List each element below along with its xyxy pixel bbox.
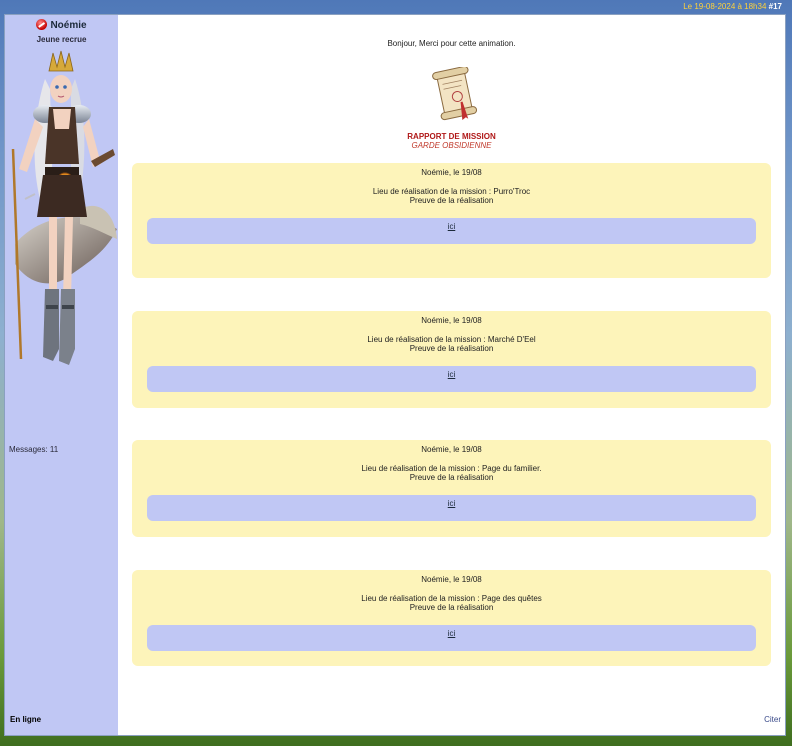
entry-date: Noémie, le 19/08 [421, 168, 482, 177]
post-content: Bonjour, Merci pour cette animation. RAP… [118, 15, 785, 735]
avatar-image [11, 50, 117, 365]
scroll-icon [432, 67, 478, 121]
post-date: Le 19-08-2024 à 18h34 [683, 2, 767, 11]
report-subtitle: GARDE OBSIDIENNE [411, 141, 492, 150]
entry-place: Lieu de réalisation de la mission : Page… [361, 464, 542, 473]
proof-link[interactable]: ici [448, 370, 456, 379]
entry-place: Lieu de réalisation de la mission : Purr… [372, 187, 531, 196]
proof-bar: ici [147, 366, 756, 392]
proof-link[interactable]: ici [448, 499, 456, 508]
entry-proof: Preuve de la réalisation [409, 344, 494, 353]
entry-place: Lieu de réalisation de la mission : Marc… [367, 335, 536, 344]
post-header: Le 19-08-2024 à 18h34 #17 [0, 0, 792, 13]
author-name[interactable]: Noémie [5, 19, 118, 31]
entry-proof: Preuve de la réalisation [409, 473, 494, 482]
entry-date: Noémie, le 19/08 [421, 445, 482, 454]
entry-proof: Preuve de la réalisation [409, 196, 494, 205]
post-frame: Noémie Jeune recrue Messages: 11 En lign… [4, 14, 786, 736]
status-icon [36, 19, 48, 30]
greeting-text: Bonjour, Merci pour cette animation. [387, 39, 516, 48]
proof-link[interactable]: ici [448, 629, 456, 638]
entry-date: Noémie, le 19/08 [421, 575, 482, 584]
author-rank: Jeune recrue [36, 35, 87, 44]
message-count: Messages: 11 [9, 445, 59, 454]
report-title: RAPPORT DE MISSION [407, 132, 496, 141]
mission-entry: Noémie, le 19/08 Lieu de réalisation de … [132, 570, 771, 666]
entry-proof: Preuve de la réalisation [409, 603, 494, 612]
online-status: En ligne [10, 715, 42, 724]
mission-entry: Noémie, le 19/08 Lieu de réalisation de … [132, 440, 771, 537]
entry-date: Noémie, le 19/08 [421, 316, 482, 325]
proof-link[interactable]: ici [448, 222, 456, 231]
entry-place: Lieu de réalisation de la mission : Page… [361, 594, 542, 603]
proof-bar: ici [147, 495, 756, 521]
proof-bar: ici [147, 625, 756, 651]
mission-entry: Noémie, le 19/08 Lieu de réalisation de … [132, 311, 771, 408]
mission-entry: Noémie, le 19/08 Lieu de réalisation de … [132, 163, 771, 278]
author-sidebar: Noémie Jeune recrue Messages: 11 En lign… [5, 15, 118, 735]
proof-bar: ici [147, 218, 756, 244]
author-name-label: Noémie [50, 20, 87, 31]
quote-button[interactable]: Citer [764, 715, 781, 724]
post-number-link[interactable]: #17 [769, 2, 782, 11]
